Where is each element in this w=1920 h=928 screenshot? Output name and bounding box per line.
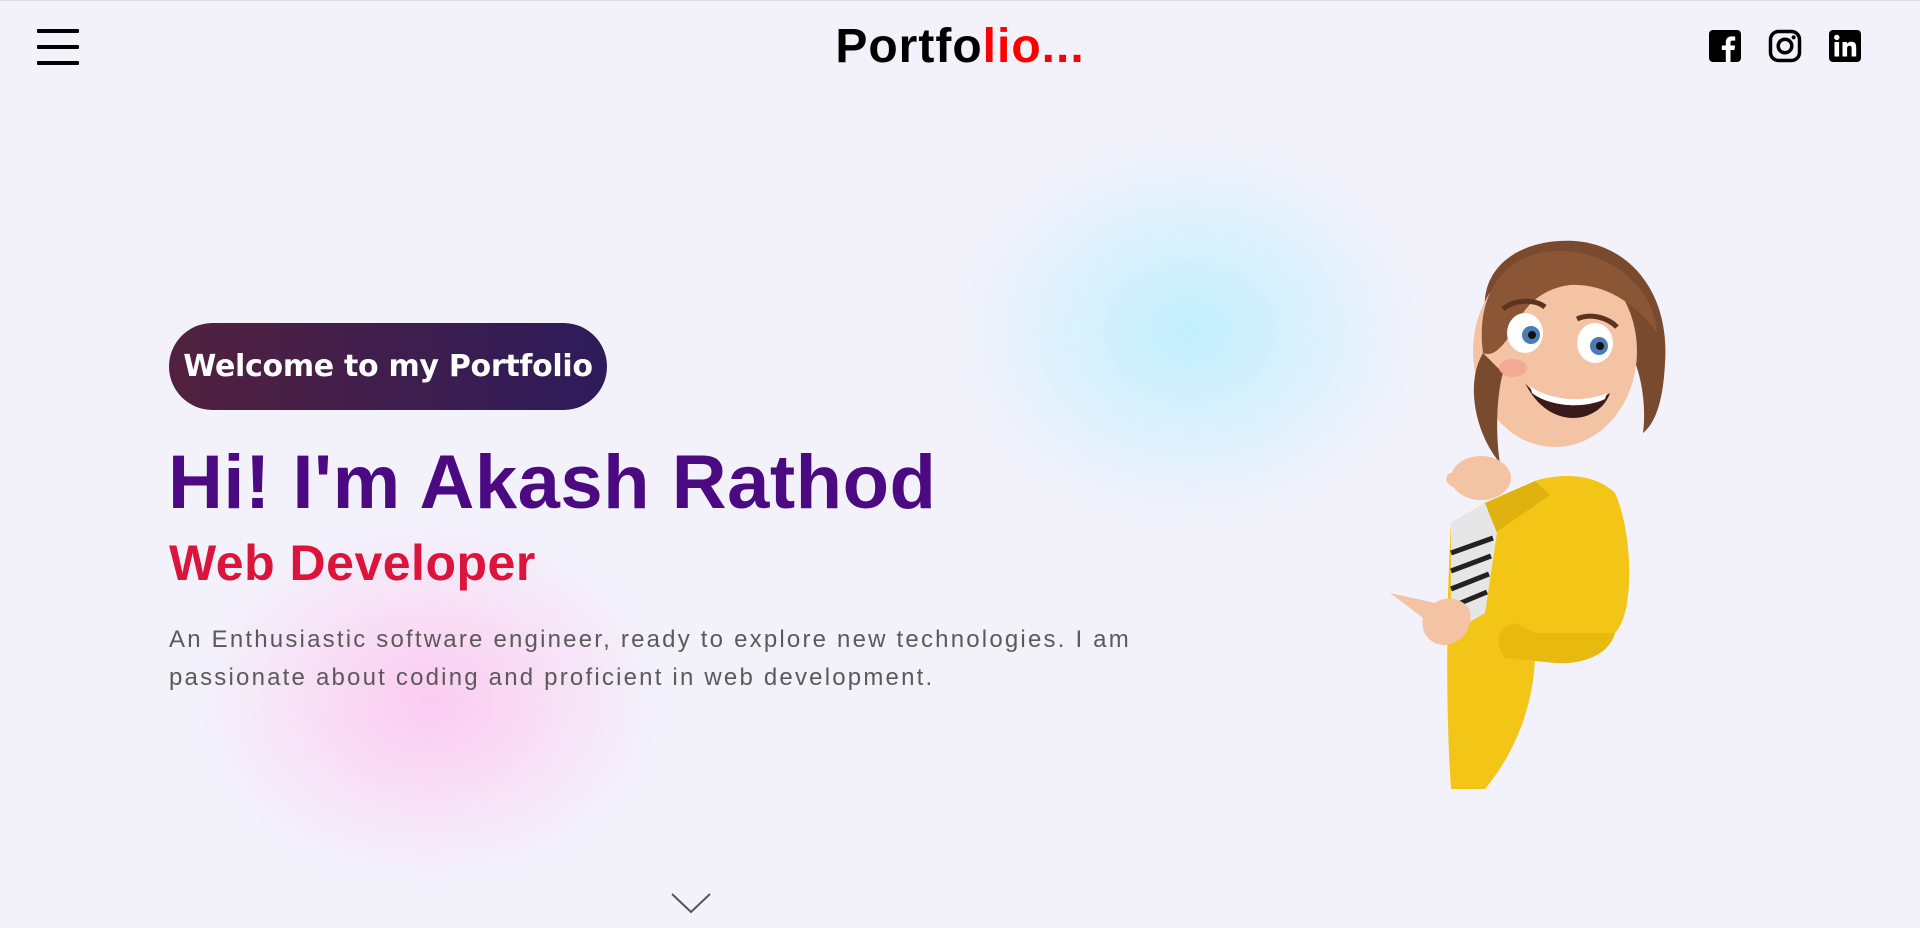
hero-headline: Hi! I'm Akash Rathod [168, 440, 937, 525]
hero-role: Web Developer [169, 535, 536, 591]
facebook-icon[interactable] [1708, 29, 1742, 63]
logo-accent-text: lio... [982, 20, 1085, 73]
welcome-badge: Welcome to my Portfolio [169, 323, 607, 410]
hero-description: An Enthusiastic software engineer, ready… [169, 626, 1131, 691]
background-blob-cyan [960, 141, 1420, 521]
cartoon-character-illustration [1385, 233, 1685, 793]
logo-text: Portfo [835, 20, 983, 73]
social-links [1708, 29, 1862, 63]
scroll-down-chevron-icon[interactable] [670, 891, 712, 915]
instagram-icon[interactable] [1768, 29, 1802, 63]
site-logo[interactable]: Portfolio... [0, 19, 1920, 74]
linkedin-icon[interactable] [1828, 29, 1862, 63]
